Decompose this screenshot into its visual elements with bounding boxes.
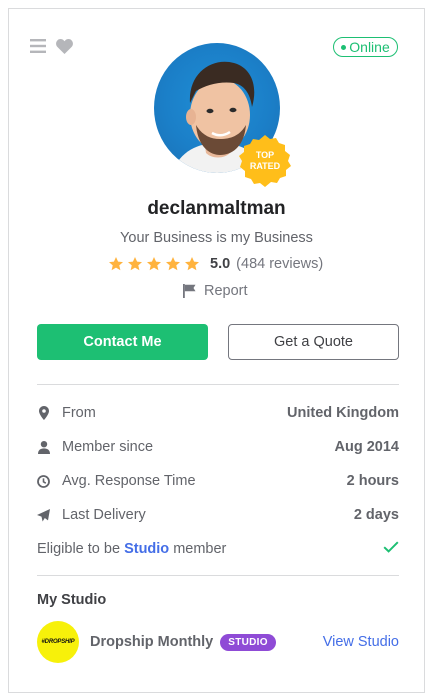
from-value: United Kingdom — [287, 405, 399, 421]
location-pin-icon — [37, 406, 50, 420]
studio-link[interactable]: Studio — [124, 541, 169, 557]
report-link[interactable]: Report — [183, 283, 248, 299]
rating-row: 5.0 (484 reviews) — [108, 254, 323, 274]
member-since-value: Aug 2014 — [334, 439, 399, 455]
my-studio-heading: My Studio — [37, 592, 107, 608]
user-icon — [37, 440, 50, 454]
studio-logo[interactable]: #DROPSHIP — [37, 621, 79, 663]
from-label: From — [62, 405, 96, 421]
report-label: Report — [204, 283, 248, 299]
divider — [37, 384, 399, 385]
username: declanmaltman — [147, 198, 286, 219]
studio-name[interactable]: Dropship Monthly — [90, 634, 213, 650]
contact-me-button[interactable]: Contact Me — [37, 324, 208, 360]
online-dot-icon — [341, 44, 347, 50]
star-icon — [128, 257, 142, 271]
tagline: Your Business is my Business — [120, 230, 313, 246]
response-time-label: Avg. Response Time — [62, 473, 196, 489]
last-delivery-value: 2 days — [353, 507, 399, 523]
studio-eligibility-row: Eligible to be Studio member — [37, 539, 399, 559]
info-row-from: From United Kingdom — [37, 403, 399, 423]
rating-count[interactable]: (484 reviews) — [236, 256, 323, 272]
studio-logo-text: #DROPSHIP — [41, 639, 75, 645]
menu-icon[interactable] — [29, 37, 47, 55]
top-icons — [29, 37, 73, 55]
view-studio-link[interactable]: View Studio — [323, 634, 399, 650]
star-icon — [147, 257, 161, 271]
online-status-label: Online — [349, 39, 390, 55]
eligibility-prefix: Eligible to be — [37, 541, 121, 557]
star-icon — [166, 257, 180, 271]
flag-icon — [183, 284, 196, 298]
top-rated-badge: TOP RATED — [238, 134, 292, 188]
paper-plane-icon — [37, 508, 50, 522]
response-time-value: 2 hours — [346, 473, 399, 489]
studio-row: #DROPSHIP Dropship Monthly STUDIO View S… — [37, 621, 399, 663]
info-row-response-time: Avg. Response Time 2 hours — [37, 471, 399, 491]
top-rated-line2: RATED — [250, 161, 281, 171]
star-icon — [185, 257, 199, 271]
rating-score: 5.0 — [210, 256, 231, 272]
eligibility-suffix: member — [173, 541, 227, 557]
top-rated-line1: TOP — [256, 150, 274, 160]
heart-icon[interactable] — [55, 37, 73, 55]
member-since-label: Member since — [62, 439, 154, 455]
clock-icon — [37, 474, 50, 488]
studio-badge: STUDIO — [220, 633, 276, 651]
last-delivery-label: Last Delivery — [62, 507, 146, 523]
online-status-badge: Online — [333, 37, 398, 57]
divider — [37, 575, 399, 576]
info-row-member-since: Member since Aug 2014 — [37, 437, 399, 457]
star-icon — [109, 257, 123, 271]
get-a-quote-button[interactable]: Get a Quote — [228, 324, 399, 360]
info-row-last-delivery: Last Delivery 2 days — [37, 505, 399, 525]
checkmark-icon — [383, 541, 399, 557]
rating-stars — [108, 256, 200, 272]
